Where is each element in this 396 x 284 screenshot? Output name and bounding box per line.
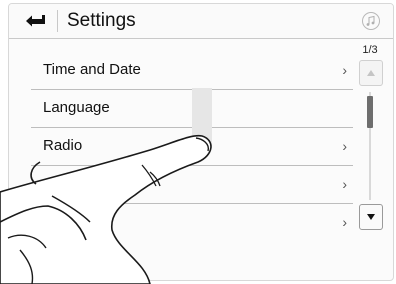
list-item-label: Radio: [43, 137, 83, 154]
list-item-partial[interactable]: ›: [31, 204, 353, 241]
scroll-down-button[interactable]: [359, 204, 383, 230]
header-divider: [57, 10, 58, 32]
chevron-right-icon: ›: [342, 176, 347, 192]
triangle-up-icon: [367, 70, 375, 76]
chevron-right-icon: ›: [342, 214, 347, 230]
list-item-vehicle[interactable]: hicle ›: [31, 166, 353, 204]
list-item-label: hicle: [73, 175, 104, 192]
media-button[interactable]: [361, 11, 381, 31]
back-button[interactable]: [15, 8, 55, 34]
triangle-down-icon: [367, 214, 375, 220]
chevron-right-icon: ›: [342, 62, 347, 78]
page-title: Settings: [67, 10, 136, 31]
chevron-right-icon: ›: [342, 138, 347, 154]
settings-screen: Settings Time and Date › Language Radio …: [8, 3, 394, 281]
music-note-icon: [362, 12, 380, 30]
page-indicator: 1/3: [362, 44, 378, 56]
list-item-label: Language: [43, 99, 110, 116]
settings-list: Time and Date › Language Radio › hicle ›…: [31, 52, 353, 241]
scroll-up-button[interactable]: [359, 60, 383, 86]
back-arrow-icon: [26, 15, 45, 27]
scroll-thumb[interactable]: [367, 96, 373, 128]
header-bar: Settings: [9, 4, 393, 39]
list-item-time-and-date[interactable]: Time and Date ›: [31, 52, 353, 90]
list-item-label: Time and Date: [43, 61, 141, 78]
scrollbar: 1/3: [355, 44, 385, 234]
list-item-language[interactable]: Language: [31, 90, 353, 128]
list-item-radio[interactable]: Radio ›: [31, 128, 353, 166]
